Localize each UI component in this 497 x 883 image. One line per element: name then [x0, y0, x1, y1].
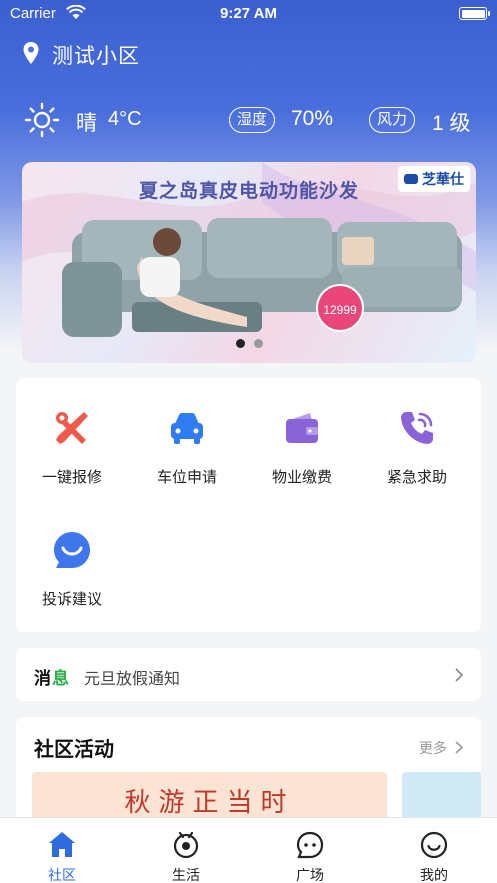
life-icon [171, 830, 201, 860]
service-parking[interactable]: 车位申请 [131, 378, 243, 486]
service-label: 车位申请 [156, 468, 217, 486]
service-label: 紧急求助 [386, 468, 447, 486]
carousel-dot-active[interactable] [235, 339, 245, 348]
location-pin-icon [22, 41, 40, 69]
brand-name: 芝華仕 [422, 172, 464, 188]
location-selector[interactable]: 测试小区 [22, 40, 140, 70]
temperature: 4°C [108, 108, 142, 130]
notice-bar[interactable]: 消 息 元旦放假通知 [16, 648, 481, 701]
carousel-dot[interactable] [253, 339, 263, 348]
weather-bar: 晴 4°C 湿度 70% 风力 1 级 [24, 102, 480, 138]
service-label: 投诉建议 [41, 590, 102, 608]
price-badge: 12999 [316, 284, 364, 332]
tab-community[interactable]: 社区 [0, 818, 124, 883]
clock: 9:27 AM [220, 5, 277, 22]
phone-call-icon [397, 408, 437, 448]
repair-tools-icon [52, 408, 92, 448]
promo-banner[interactable]: 夏之岛真皮电动功能沙发 芝華仕 12999 [22, 162, 476, 363]
notice-tag-black: 消 [34, 669, 51, 689]
status-bar: Carrier 9:27 AM [0, 0, 497, 28]
service-emergency[interactable]: 紧急求助 [361, 378, 473, 486]
wallet-icon [282, 408, 322, 448]
wind-value: 1 级 [432, 112, 471, 135]
service-label: 物业缴费 [271, 468, 332, 486]
plaza-chat-icon [295, 830, 325, 860]
activity-card-title: 秋游正当时 [124, 788, 295, 818]
tab-plaza[interactable]: 广场 [248, 818, 372, 883]
sun-icon [24, 102, 60, 142]
chat-smile-icon [52, 530, 92, 570]
carousel-indicator [22, 339, 476, 348]
tab-bar: 社区 生活 广场 我的 [0, 817, 497, 883]
battery-icon [459, 7, 490, 20]
services-panel: 一键报修 车位申请 物业缴费 紧急求助 投诉建议 [16, 378, 481, 632]
brand-logo-icon [404, 174, 418, 184]
service-complaint[interactable]: 投诉建议 [16, 500, 128, 608]
car-icon [167, 408, 207, 448]
chevron-right-icon [455, 739, 464, 758]
home-icon [47, 830, 77, 860]
service-payment[interactable]: 物业缴费 [246, 378, 358, 486]
section-title: 社区活动 [34, 737, 114, 761]
brand-badge: 芝華仕 [398, 166, 470, 192]
chevron-right-icon [455, 667, 464, 686]
tab-label: 广场 [296, 868, 324, 883]
tab-mine[interactable]: 我的 [372, 818, 496, 883]
wind-tag: 风力 [369, 107, 416, 133]
profile-smile-icon [419, 830, 449, 860]
notice-tag-green: 息 [52, 669, 69, 689]
humidity-value: 70% [291, 107, 334, 130]
community-name: 测试小区 [52, 44, 140, 68]
tab-life[interactable]: 生活 [124, 818, 248, 883]
more-link[interactable]: 更多 [419, 738, 447, 758]
weather-condition: 晴 [76, 111, 97, 135]
notice-text: 元旦放假通知 [84, 669, 181, 688]
humidity-tag: 湿度 [229, 107, 276, 133]
tab-label: 我的 [420, 868, 448, 883]
service-label: 一键报修 [41, 468, 102, 486]
tab-label: 生活 [172, 868, 200, 883]
tab-label: 社区 [48, 868, 76, 883]
service-repair[interactable]: 一键报修 [16, 378, 128, 486]
